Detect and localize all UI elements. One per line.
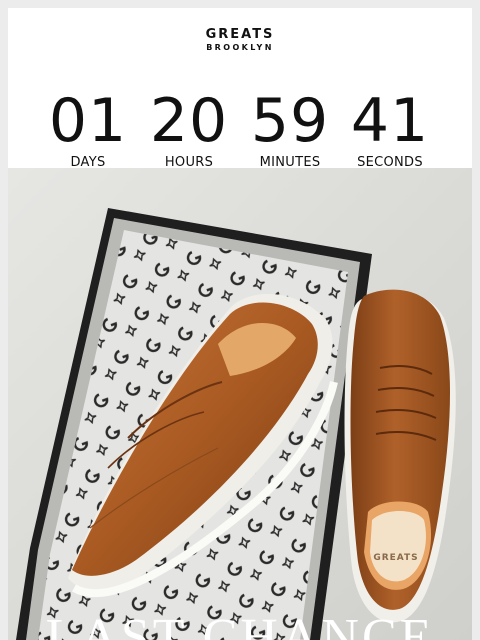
countdown-days-value: 01 (48, 86, 128, 156)
email-container: GREATS BROOKLYN 01 DAYS 20 HOURS 59 MINU… (8, 8, 472, 640)
countdown-seconds-value: 41 (350, 86, 430, 156)
countdown-minutes-value: 59 (250, 86, 330, 156)
hero-banner[interactable]: GREATS LAST CHANCE (8, 168, 472, 640)
countdown-days: 01 DAYS (38, 86, 138, 170)
brand-location: BROOKLYN (206, 43, 274, 52)
countdown-minutes: 59 MINUTES (240, 86, 340, 170)
brand-name: GREATS (205, 27, 275, 42)
countdown-hours-value: 20 (149, 86, 229, 156)
hero-image: GREATS (8, 168, 472, 640)
headline: LAST CHANCE (45, 609, 435, 640)
brand-logo[interactable]: GREATS BROOKLYN (8, 28, 472, 54)
countdown-seconds: 41 SECONDS (340, 86, 440, 170)
insole-logo: GREATS (373, 553, 418, 563)
countdown-hours: 20 HOURS (139, 86, 239, 170)
countdown-timer: 01 DAYS 20 HOURS 59 MINUTES 41 SECONDS (8, 86, 472, 170)
